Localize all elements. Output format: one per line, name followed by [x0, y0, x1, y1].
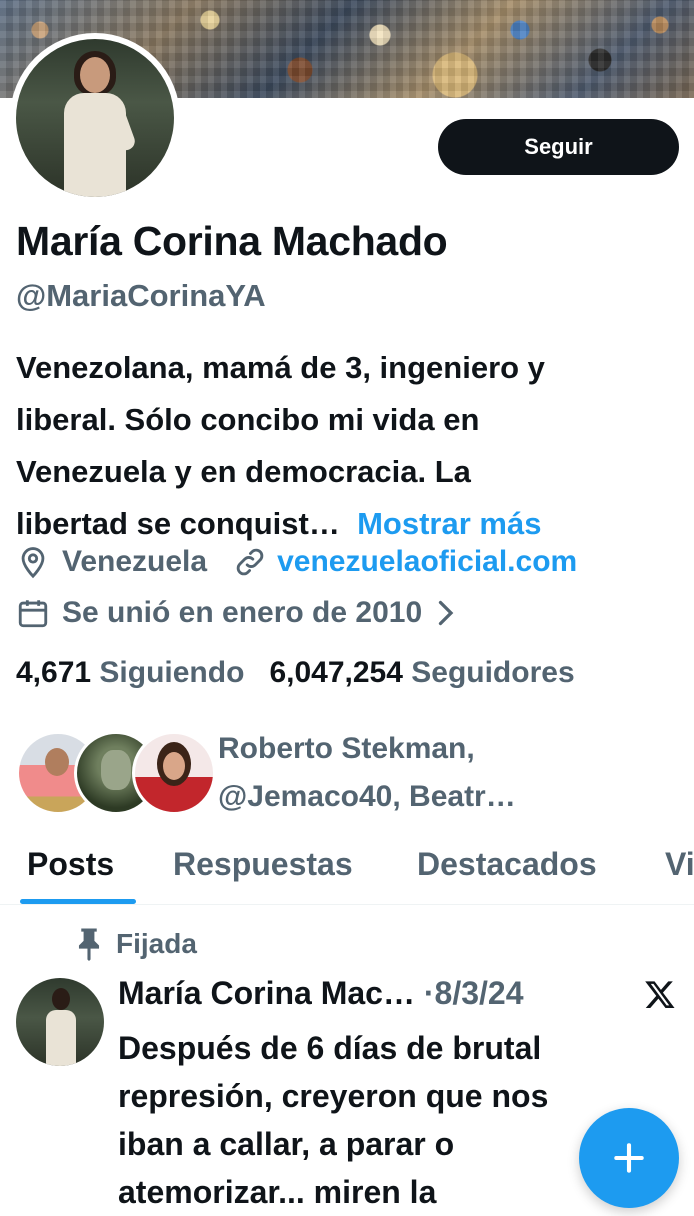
plus-icon	[614, 1143, 644, 1173]
tab-posts[interactable]: Posts	[27, 846, 114, 883]
profile-avatar[interactable]	[10, 33, 180, 203]
following-link[interactable]: 4,671 Siguiendo	[16, 656, 244, 689]
joined-row[interactable]: Se unió en enero de 2010	[16, 595, 456, 631]
show-more-link[interactable]: Mostrar más	[357, 506, 541, 541]
profile-tabs: Posts Respuestas Destacados Vi	[0, 830, 694, 905]
post-text-line: atemorizar... miren la	[118, 1174, 437, 1210]
following-label: Siguiendo	[99, 656, 245, 689]
joined-text: Se unió en enero de 2010	[62, 596, 423, 629]
active-tab-indicator	[20, 899, 136, 904]
link-icon	[236, 548, 264, 576]
profile-meta-row: Venezuela venezuelaoficial.com	[16, 543, 577, 581]
chevron-right-icon	[438, 600, 454, 626]
mutual-avatar	[132, 731, 216, 815]
profile-handle: @MariaCorinaYA	[16, 278, 266, 313]
profile-stats: 4,671 Siguiendo 6,047,254 Seguidores	[16, 656, 575, 690]
post-separator: ·	[423, 975, 435, 1011]
pinned-indicator: Fijada	[76, 927, 197, 961]
pin-icon	[78, 928, 100, 961]
post-author[interactable]: María Corina Mac…	[118, 975, 415, 1011]
profile-bio: Venezolana, mamá de 3, ingeniero y liber…	[16, 342, 681, 550]
post-text-line: iban a callar, a parar o	[118, 1126, 455, 1162]
pinned-label: Fijada	[116, 928, 197, 959]
post-text-line: represión, creyeron que nos	[118, 1078, 549, 1114]
bio-line: liberal. Sólo concibo mi vida en	[16, 402, 480, 437]
post-date[interactable]: 8/3/24	[435, 975, 524, 1011]
post-header: María Corina Mac… ·8/3/24	[118, 975, 523, 1012]
bio-line: Venezuela y en democracia. La	[16, 454, 471, 489]
tab-videos[interactable]: Vi	[665, 846, 694, 883]
bio-line: Venezolana, mamá de 3, ingeniero y	[16, 350, 545, 385]
website-link[interactable]: venezuelaoficial.com	[277, 545, 577, 579]
following-count: 4,671	[16, 656, 92, 689]
location-text: Venezuela	[62, 545, 208, 578]
profile-name: María Corina Machado	[16, 218, 448, 264]
followers-link[interactable]: 6,047,254 Seguidores	[269, 656, 574, 689]
mutual-followers[interactable]: Roberto Stekman, @Jemaco40, Beatr…	[16, 725, 676, 815]
tab-highlights[interactable]: Destacados	[417, 846, 597, 883]
mutuals-line: Roberto Stekman,	[218, 732, 475, 765]
location-icon	[21, 547, 45, 579]
post-text-line: Después de 6 días de brutal	[118, 1030, 542, 1066]
tab-replies[interactable]: Respuestas	[173, 846, 353, 883]
follow-button[interactable]: Seguir	[438, 119, 679, 175]
followers-count: 6,047,254	[269, 656, 403, 689]
mutuals-line: @Jemaco40, Beatr…	[218, 780, 516, 813]
bio-line: libertad se conquist…	[16, 506, 340, 541]
followers-label: Seguidores	[411, 656, 575, 689]
post-text[interactable]: Después de 6 días de brutal represión, c…	[118, 1024, 638, 1216]
compose-post-button[interactable]	[579, 1108, 679, 1208]
mutuals-text: Roberto Stekman, @Jemaco40, Beatr…	[218, 725, 516, 821]
calendar-icon	[18, 600, 48, 628]
post-avatar[interactable]	[16, 978, 104, 1066]
x-logo-icon[interactable]	[644, 978, 676, 1010]
avatar-image	[16, 39, 174, 197]
